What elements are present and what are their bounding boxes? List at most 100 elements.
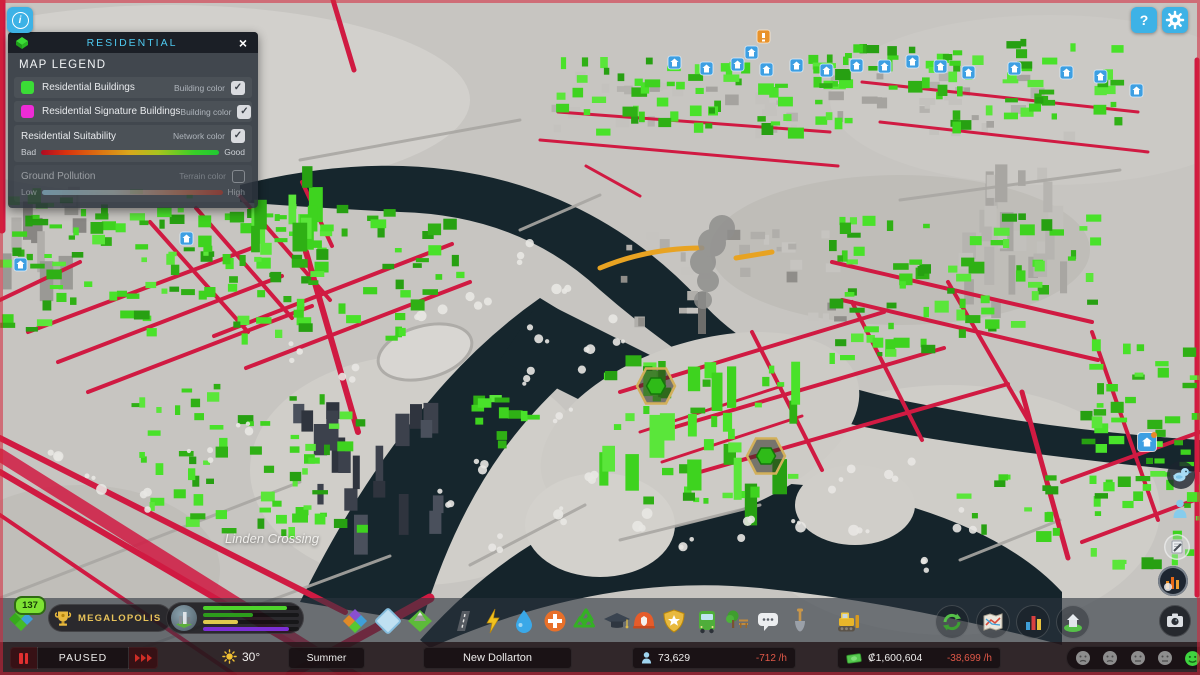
weather-widget[interactable]: 30° [222, 649, 260, 664]
zoning-demand-button[interactable] [166, 602, 304, 634]
neutral-face-icon [1130, 651, 1145, 665]
help-button[interactable]: ? [1131, 7, 1157, 33]
chat-bubble-icon [758, 613, 778, 631]
panel-title: RESIDENTIAL [86, 36, 178, 49]
panel-header: RESIDENTIAL × [8, 32, 258, 53]
building-notification-icon [13, 257, 28, 272]
city-journal-button[interactable] [976, 605, 1010, 639]
education-tool[interactable] [602, 606, 632, 636]
health-deathcare-tool[interactable] [540, 606, 570, 636]
photo-mode-button[interactable] [1159, 605, 1191, 637]
info-icon: i [11, 11, 29, 29]
economy-button[interactable] [935, 605, 969, 639]
demand-bar-4 [203, 626, 290, 631]
building-notification-icon [905, 54, 920, 69]
sad-face-icon [1076, 651, 1090, 665]
bulldozer-tool[interactable] [833, 606, 863, 636]
person-icon [1173, 499, 1187, 518]
journal-notification[interactable] [1164, 534, 1190, 560]
water-sewage-tool[interactable] [509, 606, 539, 636]
status-bar [0, 642, 1200, 675]
game-screen: { "ui_icons": { "info": "i", "help": "?"… [0, 0, 1200, 675]
demand-bar-1 [203, 605, 288, 610]
building-color-checkbox[interactable]: ✓ [237, 104, 252, 119]
legend-row-suitability: Residential Suitability Network color ✓ … [14, 125, 252, 162]
water-drop-icon [516, 610, 532, 633]
money-widget[interactable]: ₡1,600,604 -38,699 /h [837, 647, 1001, 669]
money-rate: -38,699 /h [946, 652, 992, 664]
home-notification-marker[interactable] [1138, 432, 1157, 451]
neutral-face-icon [1157, 651, 1172, 665]
city-chart-icon [1164, 577, 1179, 591]
city-event-notification[interactable] [1158, 566, 1188, 596]
terraforming-tool[interactable] [785, 606, 815, 636]
fast-forward-button[interactable] [129, 647, 158, 669]
building-notification-icon [730, 57, 745, 72]
building-notification-icon [1093, 69, 1108, 84]
help-icon: ? [1139, 12, 1149, 28]
statistics-button[interactable] [1016, 605, 1050, 639]
settings-button[interactable] [1162, 7, 1188, 33]
building-levelup-marker[interactable] [635, 365, 677, 407]
police-shield-icon [663, 609, 685, 633]
fast-forward-icon [135, 654, 140, 662]
close-icon[interactable]: × [235, 35, 251, 51]
building-color-checkbox[interactable]: ✓ [231, 80, 245, 95]
police-tool[interactable] [659, 606, 689, 636]
building-notification-icon [819, 63, 834, 78]
demand-bar-3 [203, 619, 238, 624]
house-hill-icon [1064, 614, 1082, 632]
map-legend-heading: MAP LEGEND [19, 59, 107, 71]
note-pencil-icon [1171, 540, 1183, 554]
suitability-gradient [41, 149, 220, 155]
zones-tool[interactable] [340, 606, 370, 636]
transportation-tool[interactable] [692, 606, 722, 636]
house-icon [1142, 437, 1152, 447]
terrain-color-checkbox[interactable] [232, 169, 245, 183]
money-icon [846, 652, 862, 664]
electricity-tool[interactable] [478, 606, 508, 636]
building-notification-icon [1129, 83, 1144, 98]
temperature-value: 30° [242, 649, 261, 664]
building-notification-icon [789, 58, 804, 73]
citizen-marker[interactable] [1172, 499, 1188, 524]
trophy-icon [54, 611, 72, 626]
city-name-button[interactable]: New Dollarton [423, 647, 572, 669]
milestone-level-badge[interactable]: 137 [14, 596, 46, 615]
communications-tool[interactable] [753, 606, 783, 636]
chirper-button[interactable] [1167, 461, 1195, 489]
progression-button[interactable] [1056, 605, 1090, 639]
building-notification-icon [877, 59, 892, 74]
network-color-checkbox[interactable]: ✓ [231, 129, 245, 143]
milestone-name: MEGALOPOLIS [78, 612, 162, 624]
shovel-icon [795, 608, 805, 632]
tree-bench-icon [726, 610, 748, 628]
happy-face-icon [1185, 650, 1200, 666]
infoview-legend-panel: RESIDENTIAL × MAP LEGEND Residential Bui… [8, 32, 258, 208]
building-notification-icon [849, 58, 864, 73]
population-value: 73,629 [658, 652, 691, 664]
building-notification-icon [933, 59, 948, 74]
lightning-icon [486, 608, 500, 634]
season-indicator[interactable]: Summer [288, 647, 365, 669]
garbage-tool[interactable] [571, 606, 601, 636]
pause-icon [19, 652, 23, 664]
building-notification-icon [1059, 65, 1074, 80]
population-widget[interactable]: 73,629 -712 /h [632, 647, 796, 669]
areas-tool[interactable] [373, 606, 403, 636]
building-notification-icon [699, 61, 714, 76]
fire-rescue-tool[interactable] [629, 606, 659, 636]
chirper-bird-icon [1173, 468, 1192, 482]
color-swatch [21, 81, 34, 94]
landscaping-tool[interactable] [405, 606, 435, 636]
pause-button[interactable] [10, 647, 37, 669]
happiness-widget[interactable] [1066, 646, 1200, 670]
areas-icon [375, 608, 401, 634]
milestone-button[interactable]: MEGALOPOLIS [48, 604, 172, 632]
roads-tool[interactable] [448, 606, 478, 636]
sad-face-icon [1103, 651, 1118, 665]
info-views-button[interactable]: i [7, 7, 33, 33]
parks-recreation-tool[interactable] [722, 606, 752, 636]
recycle-icon [573, 608, 596, 628]
building-levelup-marker[interactable] [745, 435, 787, 477]
